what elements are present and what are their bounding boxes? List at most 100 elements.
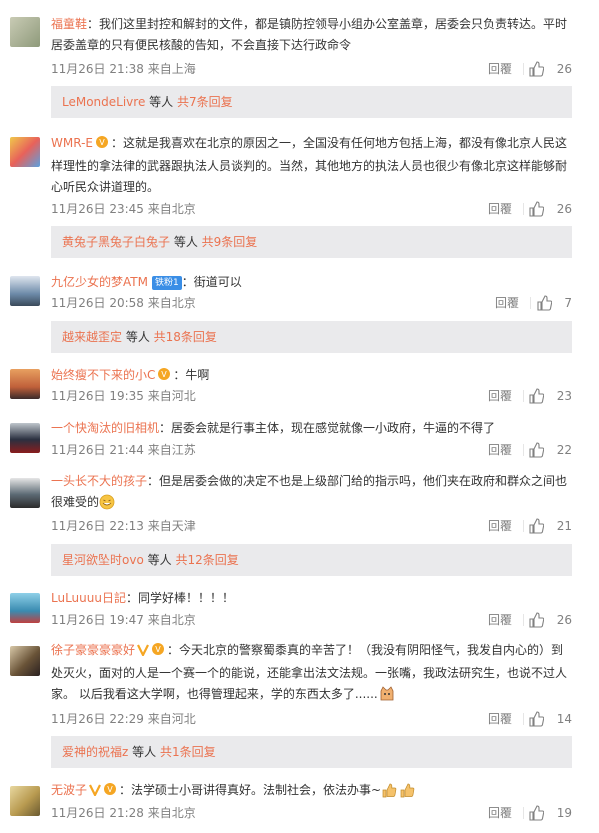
reply-count-link[interactable]: 共1条回复 [160,745,216,759]
reply-user[interactable]: 爱神的祝福z [62,745,128,759]
avatar[interactable] [10,786,40,816]
like-count: 26 [556,613,572,627]
comment-text: ：街道可以 [181,275,242,289]
comment-item: LuLuuuu日記：同学好棒！！！！ 11月26日 19:47 来自北京 回覆 … [0,585,599,634]
avatar[interactable] [10,478,40,508]
like-count: 23 [556,389,572,403]
like-button[interactable]: 26 [528,201,572,217]
comment-meta: 11月26日 21:38 来自上海 回覆 26 [51,61,572,77]
username-link[interactable]: 一个快淘汰的旧相机 [51,421,159,435]
comment-item: 始终瘦不下来的小C V ：牛啊 11月26日 19:35 来自河北 回覆 23 [0,359,599,413]
username-link[interactable]: LuLuuuu日記 [51,591,126,605]
reply-user[interactable]: 黄兔子黑兔子白兔子 [62,235,170,249]
username-link[interactable]: WMR-E [51,136,93,150]
avatar[interactable] [10,646,40,676]
replies-summary[interactable]: 越来越歪定 等人 共18条回复 [51,321,572,353]
comment-text: ：居委会就是行事主体，现在感觉就像一小政府，牛逼的不得了 [159,421,496,435]
username-link[interactable]: 九亿少女的梦ATM [51,275,148,289]
username-link[interactable]: 无波子 [51,783,87,797]
like-button[interactable]: 19 [528,805,572,821]
like-button[interactable]: 7 [536,295,572,311]
vip-badge-icon: V [103,782,119,803]
reply-button[interactable]: 回覆 [488,805,512,821]
comment-time: 11月26日 21:28 来自北京 [51,806,196,820]
reply-count-link[interactable]: 共12条回复 [175,553,238,567]
comment-item: 一头长不大的孩子：但是居委会做的决定不也是上级部门给的指示吗，他们夹在政府和群众… [0,468,599,585]
reply-mid: 等人 [170,235,202,249]
avatar[interactable] [10,17,40,47]
reply-button[interactable]: 回覆 [488,518,512,534]
replies-summary[interactable]: 星河欲坠时ovo 等人 共12条回复 [51,544,572,576]
like-button[interactable]: 21 [528,518,572,534]
comment-text: ：牛啊 [173,368,210,382]
reply-user[interactable]: 越来越歪定 [62,330,122,344]
comment-meta: 11月26日 22:29 来自河北 回覆 14 [51,711,572,727]
avatar[interactable] [10,137,40,167]
reply-count-link[interactable]: 共7条回复 [177,95,233,109]
cat-emoji-icon [378,686,396,709]
reply-mid: 等人 [143,553,176,567]
reply-button[interactable]: 回覆 [488,612,512,628]
like-button[interactable]: 23 [528,388,572,404]
verified-v-icon [137,642,149,663]
like-button[interactable]: 26 [528,61,572,77]
divider [523,807,524,819]
comment-time: 11月26日 22:29 来自河北 [51,712,196,726]
username-link[interactable]: 徐子豪豪豪豪好 [51,643,135,657]
avatar[interactable] [10,276,40,306]
thumbs-up-icon [529,518,544,534]
thumbs-up-icon [529,61,544,77]
comment-item: 无波子 V ：法学硕士小哥讲得真好。法制社会，依法办事~ 11月26日 21:28 … [0,770,599,833]
divider [523,63,524,75]
comment-time: 11月26日 23:45 来自北京 [51,202,196,216]
like-button[interactable]: 14 [528,711,572,727]
comment-body: LuLuuuu日記：同学好棒！！！！ [51,588,572,609]
reply-user[interactable]: 星河欲坠时ovo [62,553,144,567]
fan-tag: 铁粉1 [151,276,182,290]
replies-summary[interactable]: LeMondeLivre 等人 共7条回复 [51,86,572,118]
comment-time: 11月26日 19:35 来自河北 [51,389,196,403]
reply-mid: 等人 [122,330,154,344]
like-count: 19 [556,806,572,820]
comment-text: ：我们这里封控和解封的文件，都是镇防控领导小组办公室盖章，居委会只负责转达。平时… [51,17,568,52]
comment-item: 九亿少女的梦ATM 铁粉1 ：街道可以 11月26日 20:58 来自北京 回覆 7… [0,266,599,359]
comment-body: 始终瘦不下来的小C V ：牛啊 [51,365,572,388]
replies-summary[interactable]: 爱神的祝福z 等人 共1条回复 [51,736,572,768]
reply-count-link[interactable]: 共9条回复 [202,235,258,249]
thumbs-up-emoji-icon [381,782,417,805]
username-link[interactable]: 一头长不大的孩子 [51,474,147,488]
comment-meta: 11月26日 21:44 来自江苏 回覆 22 [51,442,572,458]
reply-count-link[interactable]: 共18条回复 [154,330,217,344]
reply-button[interactable]: 回覆 [495,295,519,311]
comment-time: 11月26日 21:38 来自上海 [51,62,196,76]
comment-body: 福童鞋：我们这里封控和解封的文件，都是镇防控领导小组办公室盖章，居委会只负责转达… [51,14,572,56]
avatar[interactable] [10,423,40,453]
username-link[interactable]: 始终瘦不下来的小C [51,368,155,382]
comment-meta: 11月26日 19:47 来自北京 回覆 26 [51,612,572,628]
reply-button[interactable]: 回覆 [488,61,512,77]
comment-meta: 11月26日 23:45 来自北京 回覆 26 [51,201,572,217]
comment-item: 徐子豪豪豪豪好 V ：今天北京的警察蜀黍真的辛苦了！（我没有阴阳怪气，我发自内心的）… [0,634,599,770]
reply-button[interactable]: 回覆 [488,442,512,458]
comment-body: 徐子豪豪豪豪好 V ：今天北京的警察蜀黍真的辛苦了！（我没有阴阳怪气，我发自内心的）… [51,640,572,709]
avatar[interactable] [10,369,40,399]
divider [530,297,531,309]
avatar[interactable] [10,593,40,623]
comment-time: 11月26日 20:58 来自北京 [51,296,196,310]
reply-button[interactable]: 回覆 [488,388,512,404]
username-link[interactable]: 福童鞋 [51,17,87,31]
like-count: 7 [564,296,572,310]
like-button[interactable]: 26 [528,612,572,628]
divider [523,713,524,725]
svg-text:V: V [107,785,113,794]
comment-time: 11月26日 22:13 来自天津 [51,519,196,533]
reply-button[interactable]: 回覆 [488,711,512,727]
reply-button[interactable]: 回覆 [488,201,512,217]
vip-badge-icon: V [151,642,167,663]
like-button[interactable]: 22 [528,442,572,458]
thumbs-up-icon [529,201,544,217]
comment-meta: 11月26日 21:28 来自北京 回覆 19 [51,805,572,821]
replies-summary[interactable]: 黄兔子黑兔子白兔子 等人 共9条回复 [51,226,572,258]
reply-user[interactable]: LeMondeLivre [62,95,145,109]
comment-text: ：同学好棒！！！！ [125,591,234,605]
